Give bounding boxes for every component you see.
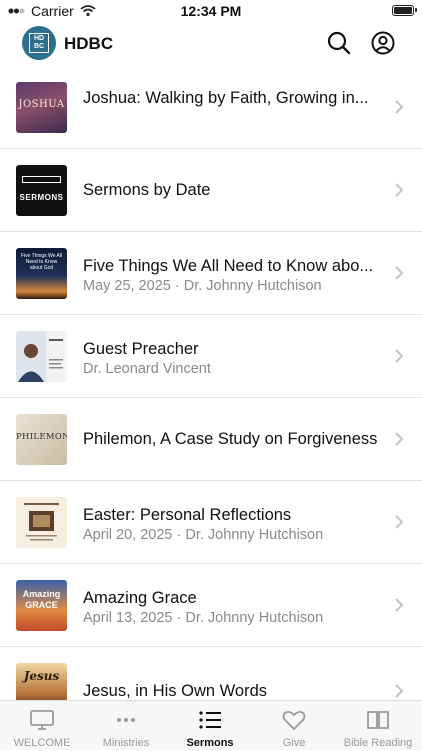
- tab-bar: WELCOME Ministries Sermons Give Bible Re…: [0, 700, 422, 750]
- sermon-title: Easter: Personal Reflections: [83, 506, 292, 524]
- sermon-thumbnail: [16, 497, 67, 548]
- chevron-right-icon: [395, 432, 404, 446]
- account-icon[interactable]: [370, 30, 396, 56]
- clock: 12:34 PM: [180, 3, 242, 19]
- status-bar: Carrier 12:34 PM: [0, 0, 422, 22]
- tab-welcome[interactable]: WELCOME: [0, 701, 84, 751]
- sermon-title: Guest Preacher: [83, 340, 199, 358]
- sermon-thumbnail: Amazing GRACE: [16, 580, 67, 631]
- chevron-right-icon: [395, 349, 404, 363]
- tab-ministries[interactable]: Ministries: [84, 701, 168, 751]
- tab-label: Give: [282, 737, 306, 749]
- sermon-row-five-things[interactable]: Five Things We All Need to Know about Go…: [0, 232, 422, 315]
- chevron-right-icon: [395, 100, 404, 114]
- tab-label: Sermons: [186, 737, 234, 749]
- tab-label: Bible Reading: [343, 737, 413, 749]
- sermon-thumbnail: SERMONS: [16, 165, 67, 216]
- chevron-right-icon: [395, 183, 404, 197]
- sermon-row-jesus[interactable]: Jesus Jesus, in His Own Words: [0, 647, 422, 700]
- chevron-right-icon: [395, 684, 404, 698]
- search-icon[interactable]: [326, 30, 352, 56]
- sermon-row-philemon[interactable]: PHILEMON Philemon, A Case Study on Forgi…: [0, 398, 422, 481]
- church-logo: HD BC: [22, 26, 56, 60]
- thumbnail-text: PHILEMON: [16, 432, 67, 442]
- logo-text: HD BC: [29, 33, 49, 53]
- sermon-row-guest-preacher[interactable]: Guest Preacher Dr. Leonard Vincent: [0, 315, 422, 398]
- sermon-title: Amazing Grace: [83, 589, 197, 607]
- preacher-photo: [16, 331, 63, 382]
- tab-give[interactable]: Give: [252, 701, 336, 751]
- sermon-row-joshua[interactable]: JOSHUA Joshua: Walking by Faith, Growing…: [0, 66, 422, 149]
- sermon-thumbnail: [16, 331, 67, 382]
- sermon-list: JOSHUA Joshua: Walking by Faith, Growing…: [0, 66, 422, 700]
- app-header: HD BC HDBC: [0, 24, 422, 68]
- thumbnail-text: SERMONS: [19, 193, 64, 202]
- sermon-title: Jesus, in His Own Words: [83, 682, 267, 700]
- sermon-thumbnail: JOSHUA: [16, 82, 67, 133]
- sermon-subtitle: Dr. Leonard Vincent: [83, 361, 211, 377]
- book-icon: [367, 711, 389, 729]
- sermon-title: Philemon, A Case Study on Forgiveness: [83, 430, 378, 448]
- chevron-right-icon: [395, 515, 404, 529]
- sermon-subtitle: April 20, 2025 · Dr. Johnny Hutchison: [83, 527, 324, 543]
- sermon-row-by-date[interactable]: SERMONS Sermons by Date: [0, 149, 422, 232]
- thumbnail-text: Jesus: [23, 669, 60, 683]
- battery-icon: [392, 5, 417, 16]
- thumbnail-text: Five Things We All Need to Know about Go…: [20, 253, 63, 271]
- sermon-title: Sermons by Date: [83, 181, 211, 199]
- sermon-subtitle: April 13, 2025 · Dr. Johnny Hutchison: [83, 610, 324, 626]
- sermon-row-easter[interactable]: Easter: Personal Reflections April 20, 2…: [0, 481, 422, 564]
- sermon-thumbnail: Jesus: [16, 663, 67, 700]
- thumbnail-text: Amazing GRACE: [22, 589, 61, 610]
- tab-sermons[interactable]: Sermons: [168, 701, 252, 751]
- sermon-row-amazing-grace[interactable]: Amazing GRACE Amazing Grace April 13, 20…: [0, 564, 422, 647]
- sermon-title: Five Things We All Need to Know abo...: [83, 257, 374, 275]
- thumbnail-text: JOSHUA: [18, 99, 65, 110]
- tab-label: Ministries: [102, 737, 150, 749]
- sermon-title: Joshua: Walking by Faith, Growing in...: [83, 89, 369, 107]
- tab-label: WELCOME: [13, 737, 71, 749]
- sermon-thumbnail: PHILEMON: [16, 414, 67, 465]
- tab-bible-reading[interactable]: Bible Reading: [336, 701, 420, 751]
- sermon-thumbnail: Five Things We All Need to Know about Go…: [16, 248, 67, 299]
- sermon-subtitle: May 25, 2025 · Dr. Johnny Hutchison: [83, 278, 322, 294]
- easter-artwork: [24, 503, 59, 541]
- more-dots-icon: [117, 718, 135, 722]
- list-icon: [199, 711, 221, 729]
- chevron-right-icon: [395, 266, 404, 280]
- chevron-right-icon: [395, 598, 404, 612]
- tv-icon: [30, 710, 54, 730]
- thumbnail-logo: [22, 176, 61, 183]
- heart-icon: [282, 710, 306, 731]
- app-title: HDBC: [64, 34, 114, 53]
